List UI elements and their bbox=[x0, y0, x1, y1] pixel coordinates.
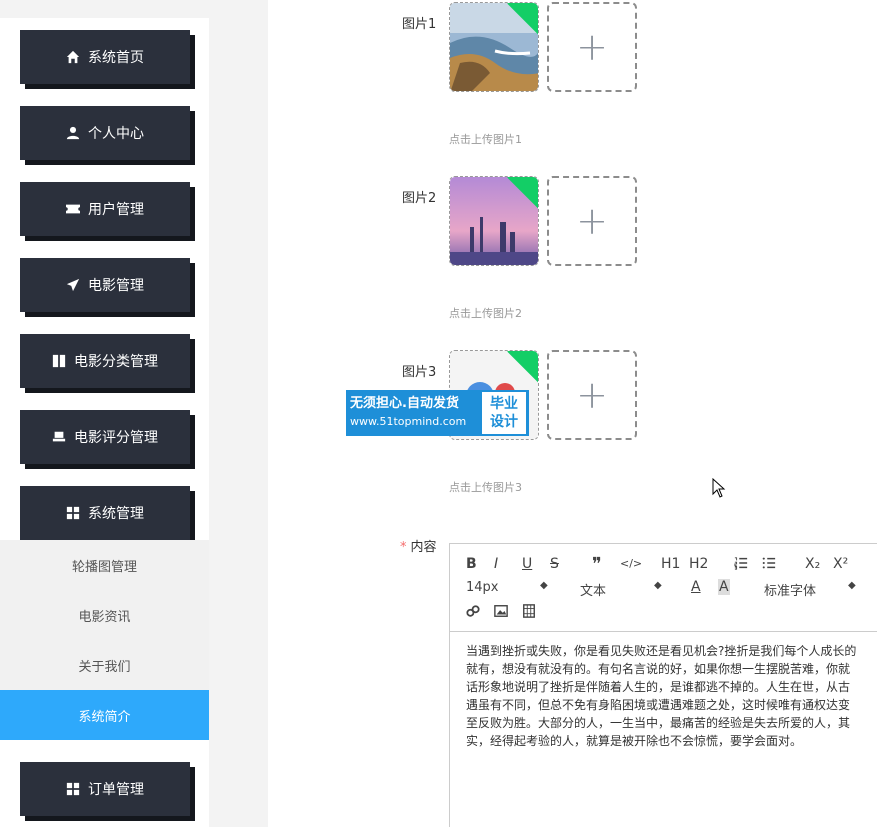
chair-icon bbox=[52, 431, 66, 442]
editor-toolbar: B I U S ❞ </> H1 H2 X₂ X² 14px ◆ 文本 ◆ A A … bbox=[450, 544, 877, 632]
blockquote-button[interactable]: ❞ bbox=[592, 554, 602, 575]
grid-icon bbox=[66, 506, 80, 520]
image-icon bbox=[494, 605, 508, 617]
chevron-updown-icon: ◆ bbox=[848, 580, 856, 591]
sidebar-item-system[interactable]: 系统管理 bbox=[20, 486, 190, 540]
sidebar-item-home[interactable]: 系统首页 bbox=[20, 30, 190, 84]
rich-text-editor[interactable]: B I U S ❞ </> H1 H2 X₂ X² 14px ◆ 文本 ◆ A A … bbox=[449, 543, 877, 827]
sidebar-item-label: 个人中心 bbox=[88, 126, 144, 142]
watermark-text: 无须担心.自动发货 www.51topmind.com bbox=[346, 390, 482, 436]
system-submenu: 轮播图管理 电影资讯 关于我们 系统简介 bbox=[0, 540, 209, 740]
sidebar: 系统首页 个人中心 用户管理 电影管理 电影分类管理 电影评分管理 系统管理 轮… bbox=[0, 18, 209, 827]
watermark-banner: 无须担心.自动发货 www.51topmind.com 毕业 设计 bbox=[346, 390, 529, 436]
sidebar-item-movie-categories[interactable]: 电影分类管理 bbox=[20, 334, 190, 388]
sidebar-item-label: 用户管理 bbox=[88, 202, 144, 218]
editor-content[interactable]: 当遇到挫折或失败，你是看见失败还是看见机会?挫折是我们每个人成长的 就有，想没有… bbox=[450, 632, 877, 760]
image-button[interactable] bbox=[494, 604, 508, 622]
content-line: 就有，想没有就没有的。有句名言说的好，如果你想一生摆脱苦难，你就 bbox=[466, 662, 851, 676]
plus-icon: + bbox=[576, 373, 608, 417]
image2-label: 图片2 bbox=[402, 191, 437, 206]
bullet-list-icon bbox=[762, 557, 776, 569]
video-icon bbox=[523, 604, 535, 618]
app-root: 系统首页 个人中心 用户管理 电影管理 电影分类管理 电影评分管理 系统管理 轮… bbox=[0, 0, 877, 827]
content-line: 话形象地说明了挫折是伴随着人生的，是谁都逃不掉的。人生在世，从古 bbox=[466, 680, 851, 694]
sidebar-item-label: 电影评分管理 bbox=[74, 430, 158, 446]
image3-upload-button[interactable]: + bbox=[547, 350, 637, 440]
image1-label: 图片1 bbox=[402, 17, 437, 32]
content-line: 至反败为胜。大部分的人，一生当中，最痛苦的经验是失去所爱的人，其 bbox=[466, 716, 851, 730]
bullet-list-button[interactable] bbox=[762, 556, 776, 574]
content-label: * 内容 bbox=[400, 536, 437, 555]
font-family-value: 标准字体 bbox=[764, 584, 817, 599]
content-line: 实，经得起考验的人，就算是被开除也不会惊慌，要学会面对。 bbox=[466, 734, 803, 748]
font-size-value: 14px bbox=[466, 580, 499, 595]
image3-hint: 点击上传图片3 bbox=[449, 481, 522, 494]
content-line: 遇虽有不同，但总不免有身陷困境或遭遇难题之处，这时候唯有通权达变 bbox=[466, 698, 851, 712]
image2-hint: 点击上传图片2 bbox=[449, 307, 522, 320]
sidebar-item-label: 系统管理 bbox=[88, 506, 144, 522]
watermark-line1: 无须担心.自动发货 bbox=[350, 396, 459, 411]
submenu-item-about[interactable]: 关于我们 bbox=[0, 640, 209, 690]
sidebar-item-movies[interactable]: 电影管理 bbox=[20, 258, 190, 312]
paragraph-select[interactable]: 文本 ◆ bbox=[580, 580, 662, 599]
link-icon bbox=[466, 605, 480, 617]
image1-thumbnail[interactable] bbox=[449, 2, 539, 92]
header1-button[interactable]: H1 bbox=[661, 556, 680, 572]
paragraph-value: 文本 bbox=[580, 584, 607, 599]
image2-thumbnail[interactable] bbox=[449, 176, 539, 266]
watermark-line2: www.51topmind.com bbox=[350, 415, 467, 428]
background-color-button[interactable]: A bbox=[718, 579, 730, 595]
send-icon bbox=[66, 278, 80, 292]
grid-icon bbox=[66, 782, 80, 796]
ordered-list-button[interactable] bbox=[734, 556, 748, 574]
ordered-list-icon bbox=[734, 557, 748, 570]
image2-upload-button[interactable]: + bbox=[547, 176, 637, 266]
content-line: 当遇到挫折或失败，你是看见失败还是看见机会?挫折是我们每个人成长的 bbox=[466, 644, 857, 658]
superscript-button[interactable]: X² bbox=[833, 556, 848, 572]
content-label-text: 内容 bbox=[410, 540, 437, 555]
sidebar-item-users[interactable]: 用户管理 bbox=[20, 182, 190, 236]
sidebar-item-label: 电影管理 bbox=[88, 278, 144, 294]
image1-hint: 点击上传图片1 bbox=[449, 133, 522, 146]
sidebar-item-movie-ratings[interactable]: 电影评分管理 bbox=[20, 410, 190, 464]
sidebar-item-profile[interactable]: 个人中心 bbox=[20, 106, 190, 160]
submenu-item-news[interactable]: 电影资讯 bbox=[0, 590, 209, 640]
user-icon bbox=[66, 126, 80, 140]
sidebar-item-label: 电影分类管理 bbox=[74, 354, 158, 370]
bold-button[interactable]: B bbox=[466, 556, 477, 572]
mouse-cursor-icon bbox=[712, 478, 726, 498]
watermark-badge: 毕业 设计 bbox=[482, 392, 526, 434]
code-block-button[interactable]: </> bbox=[620, 557, 642, 570]
subscript-button[interactable]: X₂ bbox=[805, 556, 820, 572]
italic-button[interactable]: I bbox=[494, 556, 498, 572]
sidebar-item-label: 订单管理 bbox=[88, 782, 144, 798]
image1-upload-button[interactable]: + bbox=[547, 2, 637, 92]
required-mark: * bbox=[400, 540, 407, 555]
plus-icon: + bbox=[576, 25, 608, 69]
underline-button[interactable]: U bbox=[522, 556, 532, 572]
font-size-select[interactable]: 14px ◆ bbox=[466, 580, 548, 595]
font-color-button[interactable]: A bbox=[691, 579, 701, 595]
home-icon bbox=[66, 50, 80, 64]
watermark-badge-line1: 毕业 bbox=[490, 396, 518, 412]
font-family-select[interactable]: 标准字体 ◆ bbox=[764, 580, 856, 599]
strike-button[interactable]: S bbox=[550, 556, 559, 572]
ticket-icon bbox=[66, 204, 80, 214]
chevron-updown-icon: ◆ bbox=[654, 580, 662, 591]
submenu-item-intro[interactable]: 系统简介 bbox=[0, 690, 209, 740]
link-button[interactable] bbox=[466, 604, 480, 622]
header2-button[interactable]: H2 bbox=[689, 556, 708, 572]
video-button[interactable] bbox=[522, 604, 536, 622]
plus-icon: + bbox=[576, 199, 608, 243]
sidebar-item-orders[interactable]: 订单管理 bbox=[20, 762, 190, 816]
chevron-updown-icon: ◆ bbox=[540, 580, 548, 591]
book-icon bbox=[52, 354, 66, 368]
sidebar-item-label: 系统首页 bbox=[88, 50, 144, 66]
submenu-item-carousel[interactable]: 轮播图管理 bbox=[0, 540, 209, 590]
image3-label: 图片3 bbox=[402, 365, 437, 380]
watermark-badge-line2: 设计 bbox=[490, 414, 518, 430]
